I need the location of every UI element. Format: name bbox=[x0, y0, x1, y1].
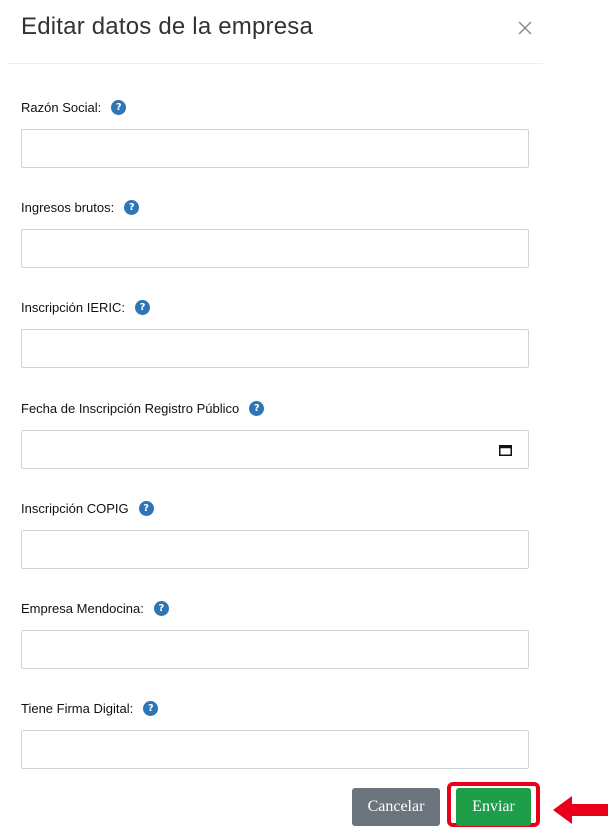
question-circle-icon[interactable]: ? bbox=[111, 99, 127, 115]
field-label: Razón Social: bbox=[21, 99, 102, 115]
inscripcion-ieric-input[interactable] bbox=[21, 329, 529, 368]
field-label: Ingresos brutos: bbox=[21, 199, 115, 215]
field-label: Inscripción COPIG bbox=[21, 500, 129, 516]
question-circle-icon[interactable]: ? bbox=[135, 299, 151, 315]
field-inscripcion-ieric: Inscripción IERIC: ? bbox=[21, 297, 531, 368]
submit-button[interactable]: Enviar bbox=[456, 788, 531, 826]
question-circle-icon[interactable]: ? bbox=[249, 400, 265, 416]
firma-digital-input[interactable] bbox=[21, 730, 529, 769]
field-inscripcion-copig: Inscripción COPIG ? bbox=[21, 498, 531, 569]
inscripcion-copig-input[interactable] bbox=[21, 530, 529, 569]
fecha-inscripcion-date-input[interactable] bbox=[21, 430, 529, 469]
question-circle-icon[interactable]: ? bbox=[124, 199, 140, 215]
modal-title: Editar datos de la empresa bbox=[21, 13, 314, 40]
field-label: Inscripción IERIC: bbox=[21, 299, 126, 315]
header-divider bbox=[8, 63, 543, 64]
field-razon-social: Razón Social: ? bbox=[21, 97, 531, 168]
ingresos-brutos-input[interactable] bbox=[21, 229, 529, 268]
question-circle-icon[interactable]: ? bbox=[138, 500, 154, 516]
question-circle-icon[interactable]: ? bbox=[153, 600, 169, 616]
close-button[interactable] bbox=[512, 15, 538, 41]
field-empresa-mendocina: Empresa Mendocina: ? bbox=[21, 598, 531, 669]
razon-social-input[interactable] bbox=[21, 129, 529, 168]
close-icon bbox=[518, 21, 532, 35]
field-label: Empresa Mendocina: bbox=[21, 600, 144, 616]
cancel-button[interactable]: Cancelar bbox=[352, 788, 440, 826]
question-circle-icon[interactable]: ? bbox=[143, 700, 159, 716]
field-label: Tiene Firma Digital: bbox=[21, 700, 134, 716]
calendar-icon[interactable] bbox=[499, 444, 512, 456]
field-fecha-inscripcion: Fecha de Inscripción Registro Público ? bbox=[21, 398, 531, 469]
annotation-arrow-icon bbox=[553, 796, 608, 824]
field-label: Fecha de Inscripción Registro Público bbox=[21, 400, 240, 416]
field-ingresos-brutos: Ingresos brutos: ? bbox=[21, 197, 531, 268]
empresa-mendocina-input[interactable] bbox=[21, 630, 529, 669]
field-firma-digital: Tiene Firma Digital: ? bbox=[21, 698, 531, 769]
